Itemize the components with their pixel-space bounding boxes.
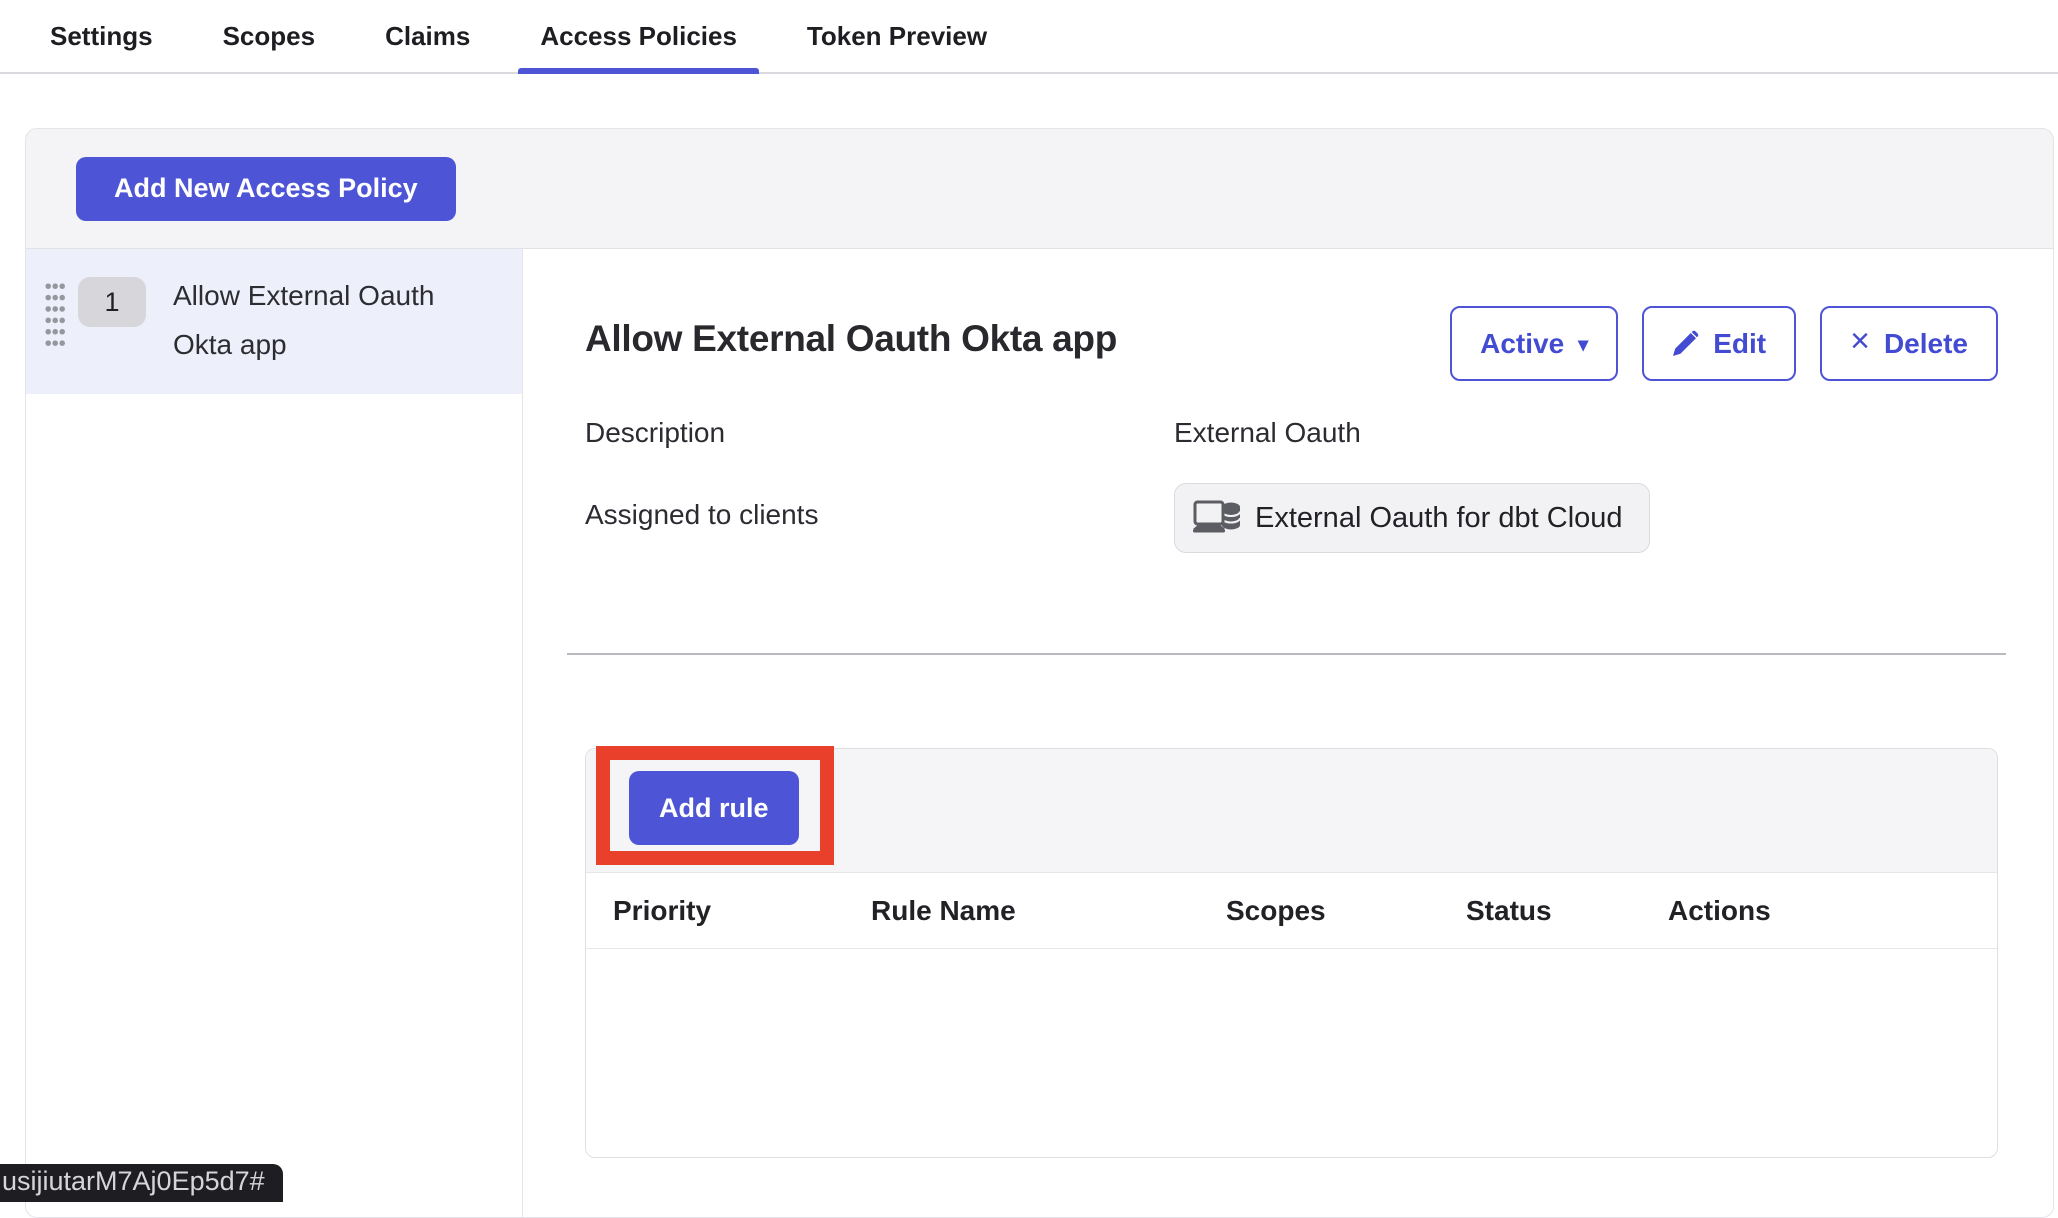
policy-detail: Allow External Oauth Okta app Active ▾ E… bbox=[523, 249, 2053, 1217]
access-policies-panel: Add New Access Policy 1 Allow External O… bbox=[25, 128, 2054, 1218]
rules-table-empty-body bbox=[586, 949, 1997, 1157]
chevron-down-icon: ▾ bbox=[1578, 332, 1588, 357]
delete-button[interactable]: × Delete bbox=[1820, 306, 1998, 381]
tab-scopes[interactable]: Scopes bbox=[201, 0, 338, 72]
add-new-access-policy-button[interactable]: Add New Access Policy bbox=[76, 157, 456, 221]
policy-actions: Active ▾ Edit × Delete bbox=[1450, 306, 1998, 381]
client-app-icon bbox=[1193, 499, 1241, 537]
rules-toolbar: Add rule bbox=[586, 749, 1997, 873]
column-header-scopes: Scopes bbox=[1226, 873, 1326, 949]
link-status-tooltip: usijiutarM7Aj0Ep5d7# bbox=[0, 1164, 283, 1202]
rules-card: Add rule Priority Rule Name Scopes Statu… bbox=[585, 748, 1998, 1158]
column-header-status: Status bbox=[1466, 873, 1552, 949]
column-header-rule-name: Rule Name bbox=[871, 873, 1016, 949]
column-header-priority: Priority bbox=[613, 873, 711, 949]
policy-toolbar: Add New Access Policy bbox=[26, 129, 2053, 248]
annotation-highlight-box: Add rule bbox=[596, 746, 834, 865]
tab-bar: Settings Scopes Claims Access Policies T… bbox=[0, 0, 2058, 74]
assigned-client-label: External Oauth for dbt Cloud bbox=[1255, 502, 1623, 535]
assigned-client-chip[interactable]: External Oauth for dbt Cloud bbox=[1174, 483, 1650, 553]
description-value: External Oauth bbox=[1174, 417, 1361, 449]
tab-token-preview[interactable]: Token Preview bbox=[785, 0, 1009, 72]
description-label: Description bbox=[585, 417, 1174, 449]
policy-title: Allow External Oauth Okta app bbox=[585, 318, 1117, 360]
rules-table-header: Priority Rule Name Scopes Status Actions bbox=[586, 873, 1997, 949]
status-dropdown-label: Active bbox=[1480, 328, 1564, 360]
delete-button-label: Delete bbox=[1884, 328, 1968, 360]
edit-button[interactable]: Edit bbox=[1642, 306, 1796, 381]
pencil-icon bbox=[1672, 330, 1699, 357]
edit-button-label: Edit bbox=[1713, 328, 1766, 360]
policy-detail-header: Allow External Oauth Okta app Active ▾ E… bbox=[585, 306, 1998, 381]
policy-order-badge: 1 bbox=[78, 277, 146, 327]
tab-access-policies[interactable]: Access Policies bbox=[518, 0, 759, 72]
tab-settings[interactable]: Settings bbox=[28, 0, 175, 72]
assigned-clients-label: Assigned to clients bbox=[585, 499, 1174, 531]
section-divider bbox=[567, 653, 2006, 655]
assigned-clients-row: Assigned to clients bbox=[585, 499, 1998, 553]
status-dropdown-button[interactable]: Active ▾ bbox=[1450, 306, 1618, 381]
tab-claims[interactable]: Claims bbox=[363, 0, 492, 72]
column-header-actions: Actions bbox=[1668, 873, 1771, 949]
policy-list-item[interactable]: 1 Allow External Oauth Okta app bbox=[26, 249, 522, 394]
policy-list-sidebar: 1 Allow External Oauth Okta app bbox=[26, 249, 523, 1217]
panel-body: 1 Allow External Oauth Okta app Allow Ex… bbox=[26, 248, 2053, 1217]
description-row: Description External Oauth bbox=[585, 417, 1998, 449]
policy-name-label: Allow External Oauth Okta app bbox=[173, 271, 473, 369]
add-rule-button[interactable]: Add rule bbox=[629, 771, 799, 845]
close-icon: × bbox=[1850, 322, 1870, 361]
drag-handle-icon[interactable] bbox=[45, 283, 65, 347]
